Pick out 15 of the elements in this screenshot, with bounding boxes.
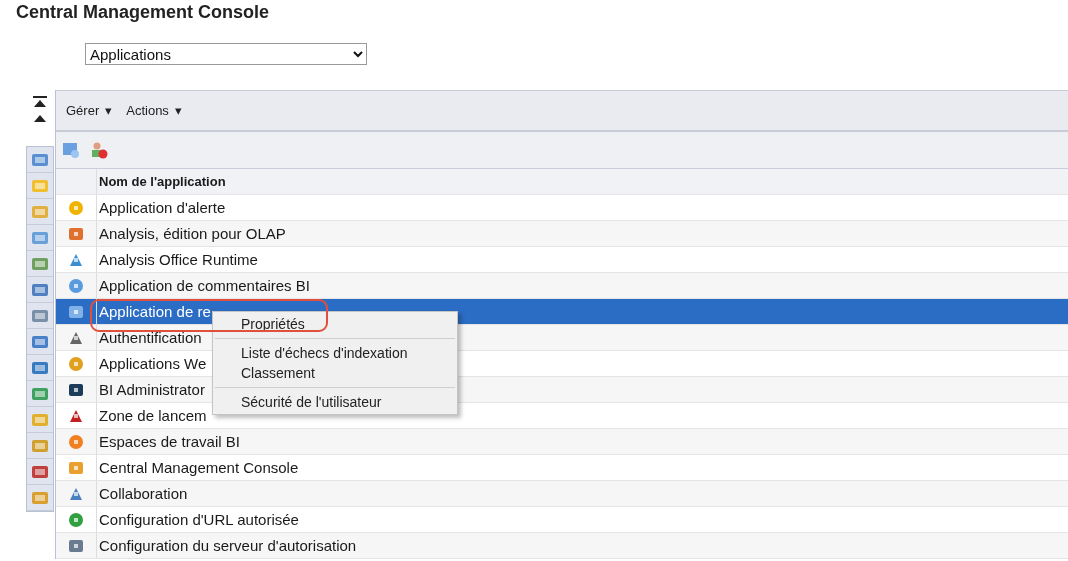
application-name: Configuration du serveur d'autorisation	[98, 537, 357, 554]
application-name: Zone de lancem	[98, 407, 207, 424]
page-title: Central Management Console	[15, 1, 271, 24]
application-name: Configuration d'URL autorisée	[98, 511, 299, 528]
application-name: Application d'alerte	[98, 199, 226, 216]
application-name: Application de commentaires BI	[98, 277, 310, 294]
application-name: Authentification	[98, 329, 202, 346]
application-name: Central Management Console	[98, 459, 299, 476]
application-name: Applications We	[98, 355, 207, 372]
application-name: Espaces de travail BI	[98, 433, 240, 450]
application-name: BI Administrator	[98, 381, 205, 398]
application-name: Collaboration	[98, 485, 188, 502]
application-name: Application de re	[98, 303, 211, 320]
application-name: Analysis, édition pour OLAP	[98, 225, 286, 242]
application-name: Analysis Office Runtime	[98, 251, 258, 268]
